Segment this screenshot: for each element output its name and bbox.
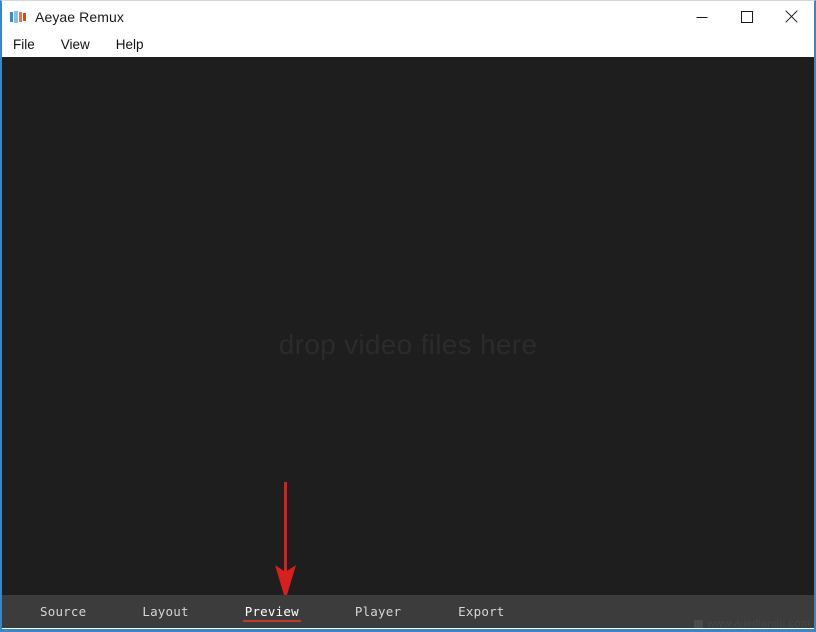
tab-export[interactable]: Export: [456, 601, 506, 622]
minimize-icon: [696, 11, 708, 23]
watermark-mark-icon: [694, 619, 704, 628]
bottom-tab-bar: Source Layout Preview Player Export www.…: [2, 595, 814, 628]
minimize-button[interactable]: [679, 1, 724, 32]
tab-layout[interactable]: Layout: [140, 601, 190, 622]
title-bar: Aeyae Remux: [2, 1, 814, 32]
close-button[interactable]: [769, 1, 814, 32]
drop-hint-text: drop video files here: [278, 329, 538, 360]
window-title: Aeyae Remux: [35, 8, 125, 25]
application-window: Aeyae Remux File View Help drop video fi…: [0, 0, 816, 632]
tab-source[interactable]: Source: [38, 601, 88, 622]
menu-item-help[interactable]: Help: [114, 36, 156, 54]
annotation-arrow-icon: [266, 425, 306, 595]
title-bar-left: Aeyae Remux: [2, 9, 679, 25]
menu-item-view[interactable]: View: [59, 36, 102, 54]
close-icon: [785, 10, 798, 23]
menu-item-file[interactable]: File: [11, 36, 47, 54]
window-controls: [679, 1, 814, 32]
video-drop-area[interactable]: drop video files here: [2, 57, 814, 595]
maximize-icon: [740, 10, 753, 23]
tab-player[interactable]: Player: [353, 601, 403, 622]
app-logo-icon: [10, 9, 26, 24]
watermark: www.ajiedianjiu.com: [694, 618, 810, 628]
maximize-button[interactable]: [724, 1, 769, 32]
tab-preview[interactable]: Preview: [242, 601, 301, 622]
watermark-text: www.ajiedianjiu.com: [707, 618, 810, 628]
menu-bar: File View Help: [2, 32, 814, 57]
